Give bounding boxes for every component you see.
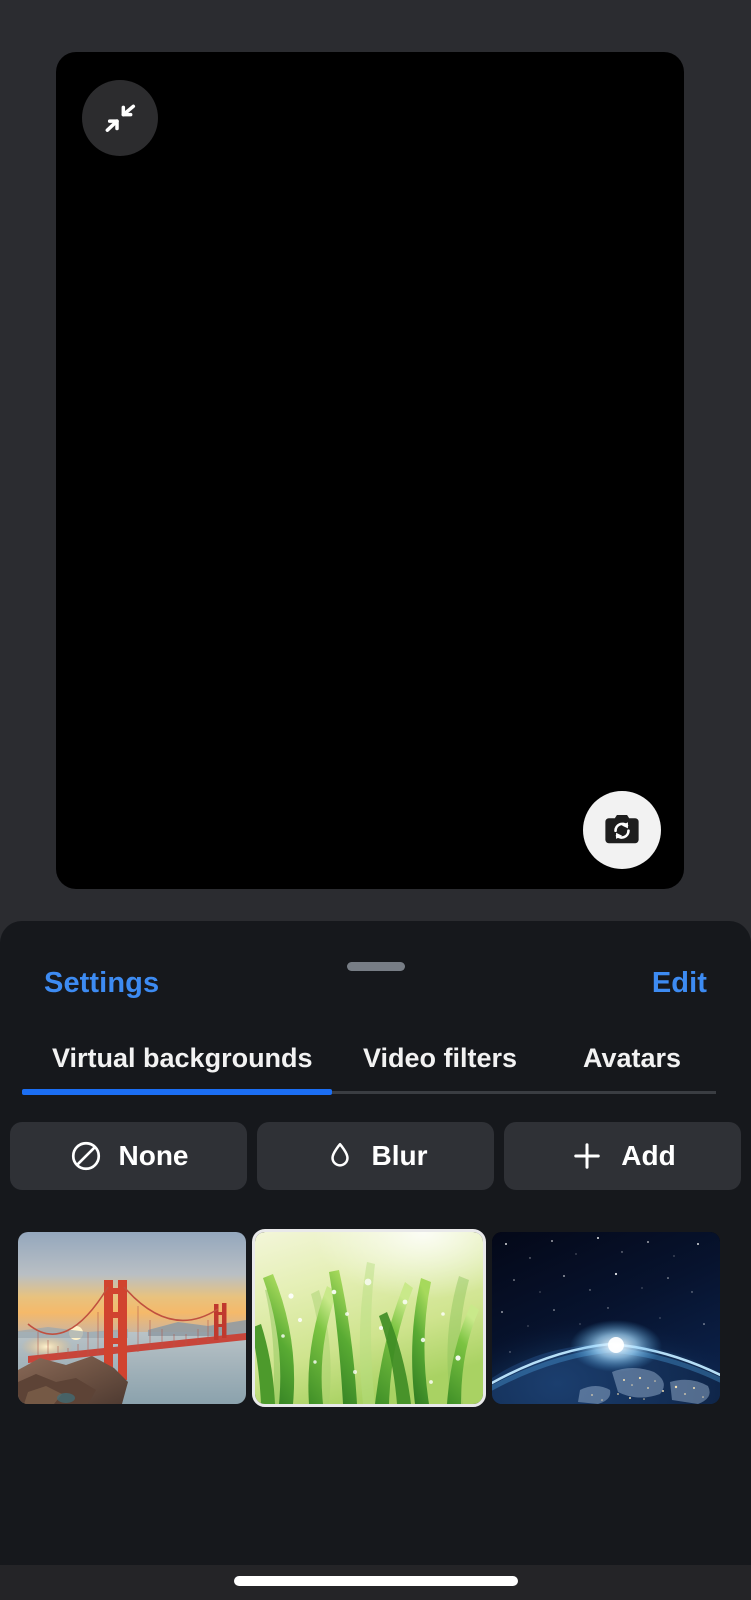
system-home-area [0,1565,751,1600]
option-none-label: None [118,1140,189,1171]
settings-link[interactable]: Settings [44,967,159,1000]
thumbnail-golden-gate-bridge[interactable] [18,1232,246,1404]
collapse-button[interactable] [82,80,158,156]
no-background-icon [69,1139,103,1173]
option-add[interactable]: Add [504,1122,741,1190]
sheet-header: Settings Edit [0,921,751,1015]
droplet-icon [324,1140,356,1172]
grass-image [255,1232,483,1404]
tab-avatars[interactable]: Avatars [583,1037,681,1079]
background-thumbnail-grid [0,1229,751,1407]
tab-active-indicator [22,1089,332,1095]
switch-camera-icon [601,809,643,851]
tab-bar: Virtual backgrounds Video filters Avatar… [0,1037,751,1099]
home-indicator[interactable] [233,1576,518,1586]
collapse-arrows-icon [100,98,140,138]
golden-gate-image [18,1232,246,1404]
option-add-label: Add [621,1140,676,1171]
edit-link[interactable]: Edit [652,967,707,1000]
tab-video-filters[interactable]: Video filters [363,1037,517,1079]
option-blur-label: Blur [371,1140,428,1171]
option-none[interactable]: None [10,1122,247,1190]
thumbnail-earth-from-space[interactable] [492,1232,720,1404]
self-view-preview [56,52,684,889]
earth-space-image [492,1232,720,1404]
plus-icon [569,1138,605,1174]
drag-handle[interactable] [346,962,405,971]
thumbnail-dewy-grass[interactable] [252,1229,486,1407]
background-options-row: None Blur Add [0,1122,751,1190]
tab-virtual-backgrounds[interactable]: Virtual backgrounds [52,1037,313,1079]
option-blur[interactable]: Blur [257,1122,494,1190]
app-screen: Settings Edit Virtual backgrounds Video … [0,0,751,1600]
switch-camera-button[interactable] [583,791,661,869]
